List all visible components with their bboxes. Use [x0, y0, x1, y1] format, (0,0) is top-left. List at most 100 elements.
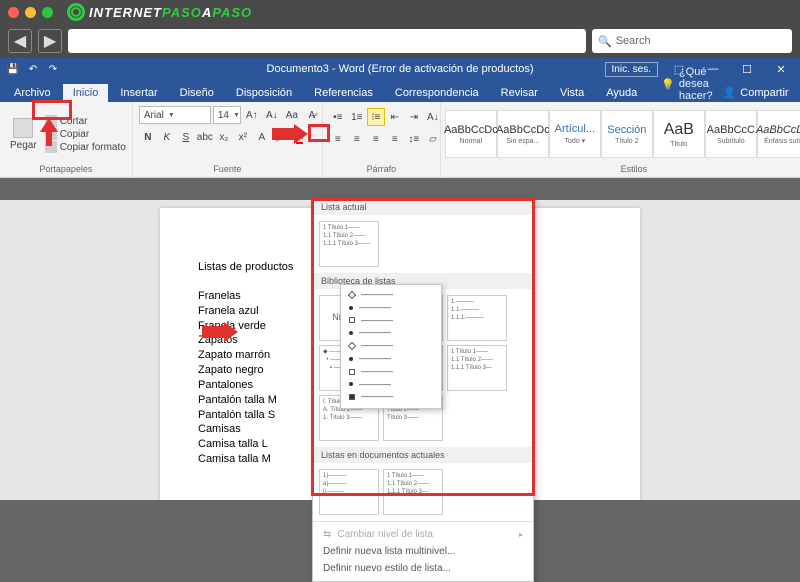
logo-icon [67, 3, 85, 21]
ml-section-docs: Listas en documentos actuales [313, 447, 533, 463]
ml-section-current: Lista actual [313, 199, 533, 215]
ml-thumb-1titulo[interactable]: 1 Título 1——1.1 Título 2——1.1.1 Título 3… [447, 345, 507, 391]
cut-button[interactable]: Cortar [45, 115, 126, 127]
tab-disposicion[interactable]: Disposición [226, 84, 302, 102]
copy-icon [45, 128, 57, 140]
window-close-btn[interactable] [8, 7, 19, 18]
ribbon: Pegar Cortar Copiar Copiar formato Porta… [0, 102, 800, 178]
align-right-button[interactable]: ≡ [367, 130, 385, 148]
font-color-button[interactable]: A [291, 128, 309, 146]
style-title[interactable]: AaBTítulo [653, 110, 705, 158]
tell-me-label: ¿Qué desea hacer? [679, 66, 713, 102]
decrease-indent-button[interactable]: ⇤ [386, 108, 404, 126]
ml-thumb-current[interactable]: 1 Título 1—— 1.1 Título 2—— 1.1.1 Título… [319, 221, 379, 267]
window-max-btn[interactable] [42, 7, 53, 18]
browser-chrome: INTERNET PASO A PASO ◀ ▶ 🔍 Search [0, 0, 800, 58]
align-center-button[interactable]: ≡ [348, 130, 366, 148]
nav-fwd-button[interactable]: ▶ [38, 29, 62, 53]
multilevel-list-button[interactable]: ⁝≡ [367, 108, 385, 126]
site-logo: INTERNET PASO A PASO [67, 3, 252, 21]
group-label-parrafo: Párrafo [327, 164, 436, 175]
signin-button[interactable]: Inic. ses. [605, 62, 658, 77]
tab-archivo[interactable]: Archivo [4, 84, 61, 102]
win-close-icon[interactable]: ✕ [768, 63, 794, 76]
style-heading2[interactable]: SecciónTítulo 2 [601, 110, 653, 158]
search-bar[interactable]: 🔍 Search [592, 29, 792, 53]
logo-text-1: INTERNET [89, 5, 162, 20]
nav-back-button[interactable]: ◀ [8, 29, 32, 53]
tab-insertar[interactable]: Insertar [110, 84, 167, 102]
url-bar[interactable] [68, 29, 586, 53]
ml-change-level: ⇆ Cambiar nivel de lista▸ [313, 526, 533, 543]
paste-button[interactable]: Pegar [4, 116, 43, 153]
tab-diseno[interactable]: Diseño [170, 84, 224, 102]
search-placeholder: Search [616, 35, 651, 47]
shading-button[interactable]: ▱ [424, 130, 442, 148]
bullet-preview-flyout: ———— ———— ———— ———— ———— ———— ———— ———— … [340, 284, 442, 409]
ml-thumb-doc1[interactable]: 1)———a)———i)——— [319, 469, 379, 515]
superscript-button[interactable]: x² [234, 128, 252, 146]
tab-ayuda[interactable]: Ayuda [596, 84, 647, 102]
clear-format-button[interactable]: A̷ [303, 106, 321, 124]
share-label: Compartir [740, 87, 788, 99]
highlight-button[interactable]: 🖍 [272, 128, 290, 146]
group-parrafo: •≡ 1≡ ⁝≡ ⇤ ⇥ A↓ ¶ ≡ ≡ ≡ ≡ ↕≡ ▱ ⊞ Párrafo [323, 102, 441, 177]
italic-button[interactable]: K [158, 128, 176, 146]
text-effects-button[interactable]: A [253, 128, 271, 146]
increase-indent-button[interactable]: ⇥ [405, 108, 423, 126]
strike-button[interactable]: abc [196, 128, 214, 146]
win-max-icon[interactable]: ☐ [734, 63, 760, 76]
logo-text-3: A [202, 5, 212, 20]
tab-revisar[interactable]: Revisar [491, 84, 548, 102]
tab-correspondencia[interactable]: Correspondencia [385, 84, 489, 102]
copy-button[interactable]: Copiar [45, 128, 126, 140]
shrink-font-button[interactable]: A↓ [263, 106, 281, 124]
undo-icon[interactable]: ↶ [26, 62, 40, 76]
ribbon-tabs: Archivo Inicio Insertar Diseño Disposici… [0, 80, 800, 102]
style-normal[interactable]: AaBbCcDcNormal [445, 110, 497, 158]
format-painter-button[interactable]: Copiar formato [45, 141, 126, 153]
align-left-button[interactable]: ≡ [329, 130, 347, 148]
styles-gallery[interactable]: AaBbCcDcNormal AaBbCcDcSin espa... Artíc… [445, 110, 800, 158]
logo-text-4: PASO [212, 5, 252, 20]
justify-button[interactable]: ≡ [386, 130, 404, 148]
change-case-button[interactable]: Aa [283, 106, 301, 124]
ml-define-style[interactable]: Definir nuevo estilo de lista... [313, 560, 533, 577]
redo-icon[interactable]: ↷ [46, 62, 60, 76]
cut-icon [45, 115, 57, 127]
line-spacing-button[interactable]: ↕≡ [405, 130, 423, 148]
bold-button[interactable]: N [139, 128, 157, 146]
paste-label: Pegar [10, 140, 37, 151]
style-subtitle[interactable]: AaBbCcCSubtítulo [705, 110, 757, 158]
group-label-portapapeles: Portapapeles [4, 164, 128, 175]
style-emphasis[interactable]: AaBbCcDcÉnfasis sutil [757, 110, 800, 158]
subscript-button[interactable]: x₂ [215, 128, 233, 146]
autosave-icon[interactable]: 💾 [6, 62, 20, 76]
document-title: Documento3 - Word (Error de activación d… [267, 63, 534, 75]
font-name-combo[interactable]: Arial▼ [139, 106, 211, 124]
group-label-estilos: Estilos [445, 164, 800, 175]
tab-inicio[interactable]: Inicio [63, 84, 109, 102]
ml-thumb-111[interactable]: 1.———1.1.———1.1.1.——— [447, 295, 507, 341]
tab-vista[interactable]: Vista [550, 84, 594, 102]
ml-thumb-doc2[interactable]: 1 Título 1——1.1 Título 2——1.1.1 Título 3… [383, 469, 443, 515]
brush-icon [45, 141, 57, 153]
group-estilos: AaBbCcDcNormal AaBbCcDcSin espa... Artíc… [441, 102, 800, 177]
bullets-button[interactable]: •≡ [329, 108, 347, 126]
sort-button[interactable]: A↓ [424, 108, 442, 126]
group-portapapeles: Pegar Cortar Copiar Copiar formato Porta… [0, 102, 133, 177]
ml-define-multilevel[interactable]: Definir nueva lista multinivel... [313, 543, 533, 560]
numbering-button[interactable]: 1≡ [348, 108, 366, 126]
group-fuente: Arial▼ 14▼ A↑ A↓ Aa A̷ N K S abc x₂ x² A… [133, 102, 323, 177]
tab-referencias[interactable]: Referencias [304, 84, 383, 102]
group-label-fuente: Fuente [137, 164, 318, 175]
paste-icon [13, 118, 33, 138]
window-min-btn[interactable] [25, 7, 36, 18]
style-heading1[interactable]: Artícul...Todo ▾ [549, 110, 601, 158]
share-button[interactable]: 👤 Compartir [715, 83, 797, 102]
tell-me-box[interactable]: 💡 ¿Qué desea hacer? [661, 66, 712, 102]
style-nospace[interactable]: AaBbCcDcSin espa... [497, 110, 549, 158]
font-size-combo[interactable]: 14▼ [213, 106, 241, 124]
underline-button[interactable]: S [177, 128, 195, 146]
grow-font-button[interactable]: A↑ [243, 106, 261, 124]
